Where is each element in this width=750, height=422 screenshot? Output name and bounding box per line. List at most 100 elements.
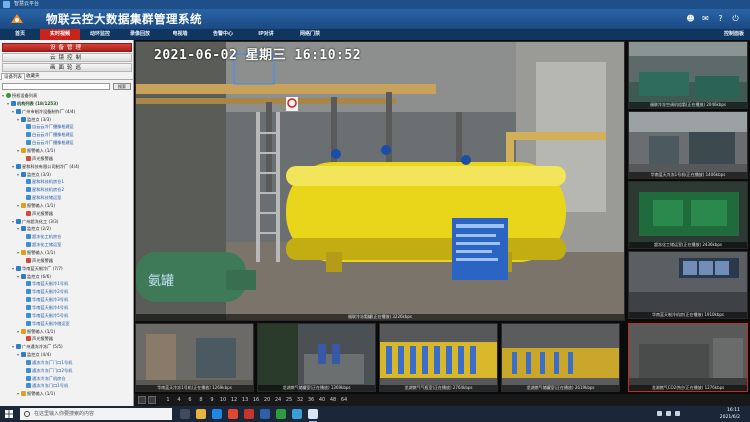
tree-node[interactable]: ▾ 监控点 (3/3) xyxy=(17,171,51,178)
layout-page-button[interactable]: 12 xyxy=(230,396,238,404)
nav-access-control[interactable]: 网络门禁 xyxy=(286,29,334,40)
layout-page-button[interactable]: 20 xyxy=(263,396,271,404)
nav-env-monitor[interactable]: 动环监控 xyxy=(80,29,120,40)
tree-node[interactable]: 华南蓝天制冷3号机 xyxy=(22,296,68,303)
file-explorer-icon[interactable] xyxy=(196,409,206,419)
tree-node[interactable]: 超冻化工储运室 xyxy=(22,241,61,248)
tree-node[interactable]: ▾ 广州超冻化工 (3/3) xyxy=(12,218,58,225)
camera-tile[interactable]: 福联冷冻空调机组氨(正在播放) 2046kbps xyxy=(628,41,748,109)
ptz-control-button[interactable]: 云镜控制 xyxy=(2,53,132,62)
qq-icon[interactable] xyxy=(292,409,302,419)
device-search-input[interactable] xyxy=(2,83,110,90)
nav-home[interactable]: 首页 xyxy=(0,29,40,40)
tree-node[interactable]: 白云云冷厂摄像枪建区 xyxy=(22,131,74,138)
tree-node[interactable]: 自云云冷厂摄像枪建区 xyxy=(22,123,74,130)
tree-node[interactable]: ▾ 广州市制冷设备制作厂 (4/4) xyxy=(12,108,75,115)
tree-node[interactable]: 星和科技机房仓2 xyxy=(22,186,64,193)
tree-node[interactable]: 通冻冷冻厂门口1号机 xyxy=(22,359,72,366)
tree-node[interactable]: ▾ 报警输入 (1/1) xyxy=(17,202,55,209)
camera-tile[interactable]: 超冻化工储运室(正在播放) 2436kbps xyxy=(628,181,748,249)
tree-node[interactable]: ▾ 报警输入 (1/1) xyxy=(17,249,55,256)
taskbar-clock[interactable]: 16:11 2021/6/2 xyxy=(680,407,740,421)
tree-node[interactable]: 星和科技机房仓1 xyxy=(22,178,64,185)
nav-playback[interactable]: 录像回放 xyxy=(120,29,160,40)
pdf-reader-icon[interactable] xyxy=(244,409,254,419)
camera-tile[interactable]: 华南蓝天冷冻1号机(正在播放) 1269kbps xyxy=(135,323,254,392)
tab-device-list[interactable]: 设备列表 xyxy=(1,73,25,80)
layout-page-button[interactable]: 48 xyxy=(329,396,337,404)
tree-node[interactable]: 声光报警器 xyxy=(22,335,53,342)
tree-node[interactable]: 华南蓝天制冷1号机 xyxy=(22,280,68,287)
tree-node[interactable]: 华南蓝天制冷储运室 xyxy=(22,320,70,327)
wechat-icon[interactable] xyxy=(276,409,286,419)
platform-app-icon[interactable] xyxy=(308,409,318,422)
tree-node[interactable]: ▾ 报警输入 (1/1) xyxy=(17,328,55,335)
nav-live-video[interactable]: 实时视频 xyxy=(40,29,80,40)
camera-tile-selected[interactable]: 龙湖燃气CO2供应(正在播放) 1276kbps xyxy=(628,323,748,392)
layout-page-button[interactable]: 36 xyxy=(307,396,315,404)
network-icon[interactable] xyxy=(657,411,662,416)
power-icon[interactable]: ⏻ xyxy=(731,14,740,23)
tree-node[interactable]: 白云云冷厂摄像枪建区 xyxy=(22,139,74,146)
layout-page-button[interactable]: 32 xyxy=(296,396,304,404)
nav-ip-intercom[interactable]: IP对讲 xyxy=(246,29,286,40)
layout-page-button[interactable]: 8 xyxy=(197,396,205,404)
tree-node[interactable]: ▾ 华南蓝天制冷厂 (7/7) xyxy=(12,265,63,272)
layout-page-button[interactable]: 64 xyxy=(340,396,348,404)
windows-start-icon[interactable] xyxy=(5,410,13,418)
control-panel-link[interactable]: 控制面板 xyxy=(724,29,744,40)
tree-node[interactable]: ▾ 机构列表 (18/1253) xyxy=(7,100,58,107)
nav-alarm-center[interactable]: 告警中心 xyxy=(200,29,246,40)
layout-page-button[interactable]: 10 xyxy=(219,396,227,404)
layout-page-button[interactable]: 25 xyxy=(285,396,293,404)
tree-node[interactable]: ▾ 监控点 (2/2) xyxy=(17,225,51,232)
tree-node[interactable]: ▾ 报警输入 (1/1) xyxy=(17,147,55,154)
camera-tile[interactable]: 龙湖燃气储罐室(正在播放) 2619kbps xyxy=(501,323,620,392)
screen-rotation-button[interactable]: 画面轮巡 xyxy=(2,63,132,72)
layout-page-button[interactable]: 24 xyxy=(274,396,282,404)
search-button[interactable]: 搜索 xyxy=(113,83,131,90)
layout-page-button[interactable]: 1 xyxy=(164,396,172,404)
message-icon[interactable]: ✉ xyxy=(701,14,710,23)
tree-node[interactable]: ▾ 监控点 (4/4) xyxy=(17,351,51,358)
camera-tile[interactable]: 华南蓝天制冷机房(正在播放) 1910kbps xyxy=(628,251,748,319)
tree-node[interactable]: ▾ 监控点 (6/6) xyxy=(17,273,51,280)
device-management-button[interactable]: 设备管理 xyxy=(2,43,132,52)
tree-node[interactable]: 超冻化工机房仓 xyxy=(22,233,61,240)
tree-node[interactable]: ▾ 报警输入 (1/1) xyxy=(17,390,55,397)
camera-tile[interactable]: 龙湖燃气气瓶室(正在播放) 2764kbps xyxy=(379,323,498,392)
tree-node[interactable]: 通冻冷冻厂机房仓 xyxy=(22,375,66,382)
layout-page-button[interactable]: 6 xyxy=(186,396,194,404)
tree-node[interactable]: 华南蓝天制冷2号机 xyxy=(22,288,68,295)
camera-tile[interactable]: 华南蓝天冷冻1号机(正在播放) 1406kbps xyxy=(628,111,748,179)
tree-node[interactable]: 声光报警器 xyxy=(22,155,53,162)
tree-node[interactable]: 声光报警器 xyxy=(22,257,53,264)
tree-node[interactable]: 通冻冷冻厂门口2号机 xyxy=(22,367,72,374)
tree-node[interactable]: 华南蓝天制冷4号机 xyxy=(22,304,68,311)
word-app-icon[interactable] xyxy=(260,409,270,419)
nav-tv-wall[interactable]: 电视墙 xyxy=(160,29,200,40)
main-video-tile[interactable]: 2021-06-02 星期三 16:10:52 氨罐 福联冷冻氨罐(正在播放) … xyxy=(135,41,625,321)
next-icon[interactable] xyxy=(148,396,156,404)
taskbar-search-input[interactable]: 在这里输入你要搜索的内容 xyxy=(20,408,172,420)
volume-icon[interactable] xyxy=(666,411,671,416)
edge-browser-icon[interactable] xyxy=(212,409,222,419)
camera-tile[interactable]: 龙湖燃气储罐室(正在播放) 1369kbps xyxy=(257,323,376,392)
tab-favorites[interactable]: 收藏夹 xyxy=(24,73,42,80)
tree-node[interactable]: ▾ 监控点 (3/3) xyxy=(17,116,51,123)
tree-node[interactable]: 声光报警器 xyxy=(22,210,53,217)
chrome-browser-icon[interactable] xyxy=(228,409,238,419)
help-icon[interactable]: ? xyxy=(716,14,725,23)
tree-node[interactable]: 华南蓝天制冷5号机 xyxy=(22,312,68,319)
task-view-icon[interactable] xyxy=(180,409,190,419)
tree-node[interactable]: ▾ 星和科技有限公司制冷厂 (4/4) xyxy=(12,163,79,170)
prev-icon[interactable] xyxy=(138,396,146,404)
tree-node[interactable]: ▾ 广州通冻冷冻厂 (5/5) xyxy=(12,343,63,350)
layout-page-button[interactable]: 13 xyxy=(241,396,249,404)
layout-page-button[interactable]: 16 xyxy=(252,396,260,404)
layout-page-button[interactable]: 4 xyxy=(175,396,183,404)
tree-node[interactable]: ▾ 授权设备列表 xyxy=(2,92,37,99)
user-icon[interactable]: ☻ xyxy=(686,14,695,23)
tree-node[interactable]: 星和科技储运室 xyxy=(22,194,61,201)
tree-node[interactable]: 通冻冷冻门口1号机 xyxy=(22,382,68,389)
